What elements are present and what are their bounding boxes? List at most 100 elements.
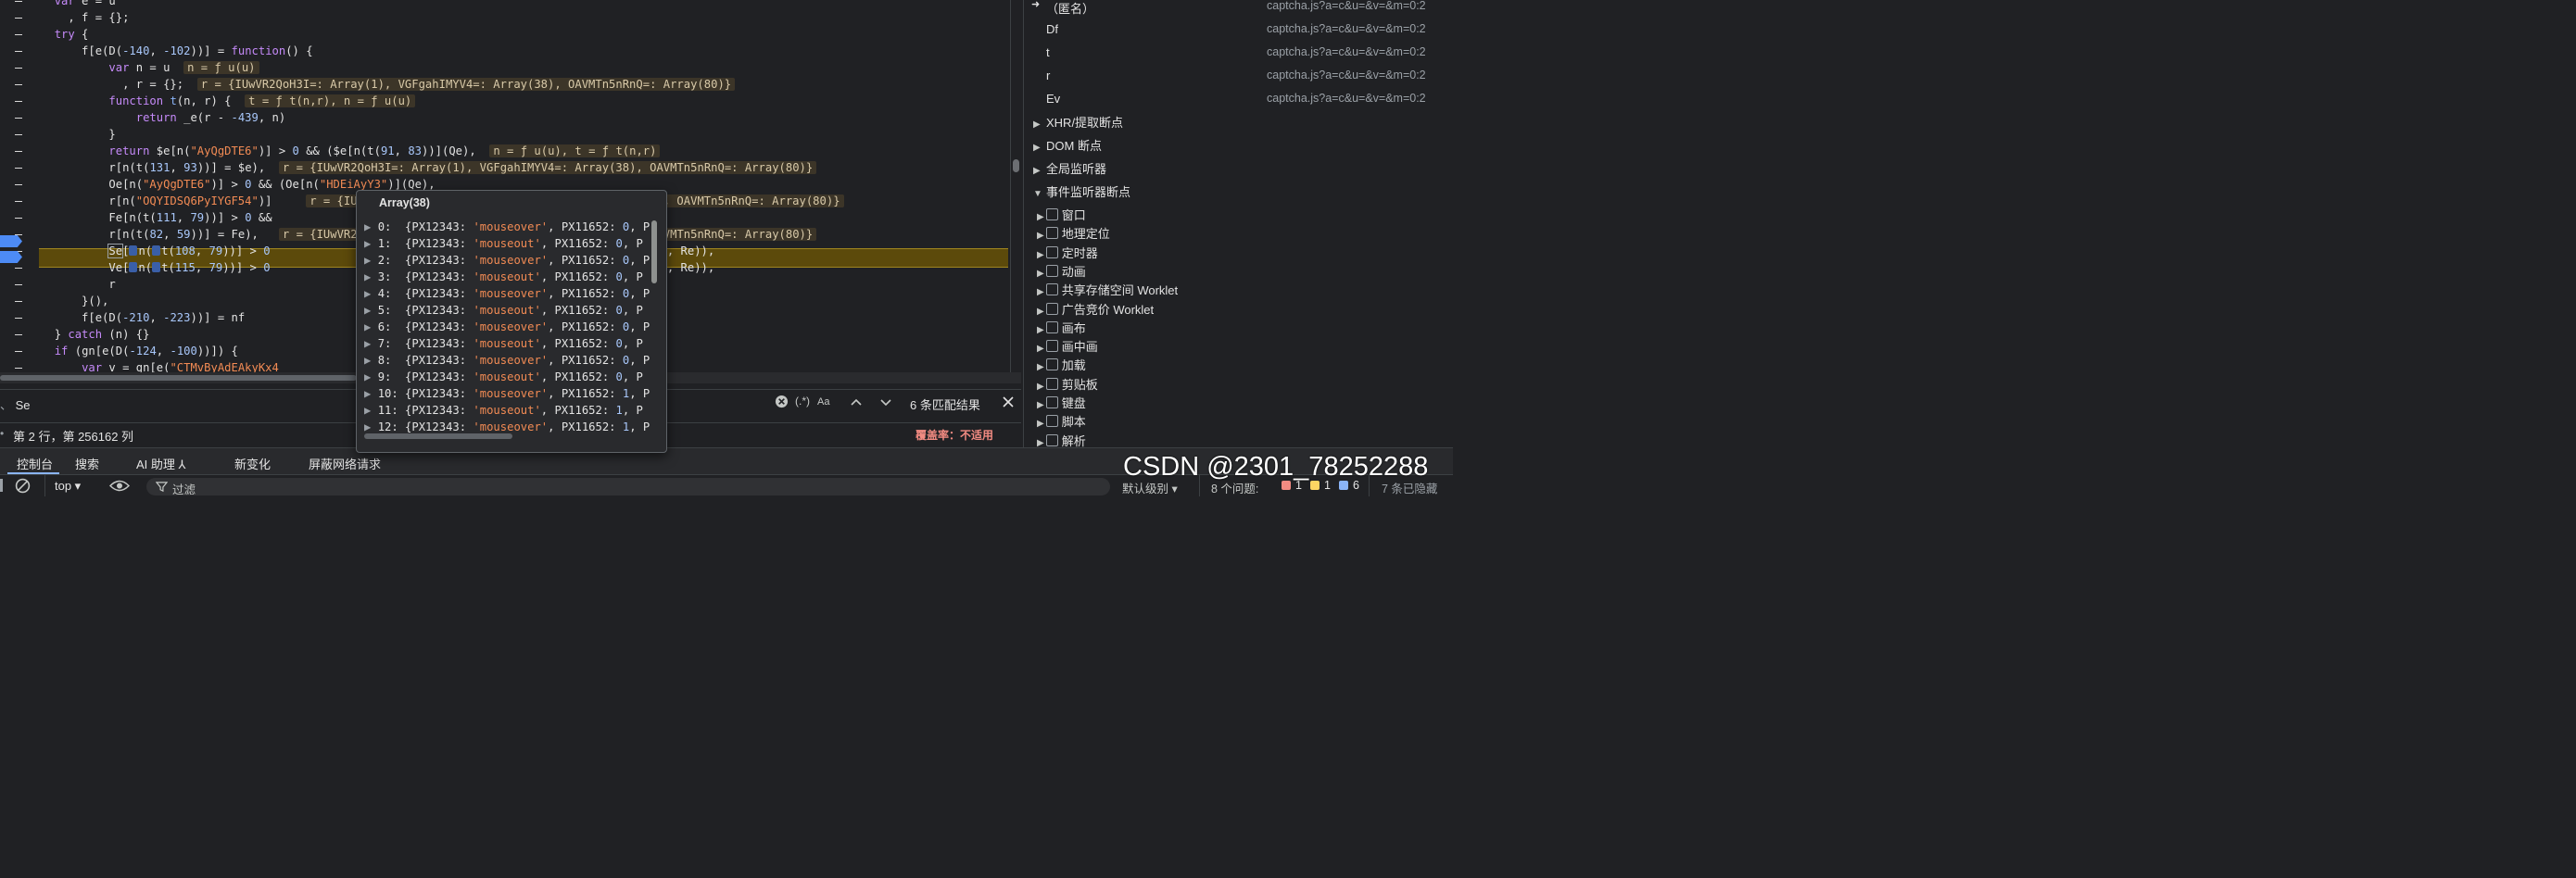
code-line[interactable]: r <box>0 276 115 293</box>
category-checkbox[interactable] <box>1045 320 1058 333</box>
event-category-item[interactable]: ▶ 解析 <box>1037 432 1086 447</box>
array-entry[interactable]: ▶ 1: {PX12343: 'mouseout', PX11652: 0, P <box>364 235 643 252</box>
category-checkbox[interactable] <box>1045 377 1058 390</box>
array-entry[interactable]: ▶ 6: {PX12343: 'mouseover', PX11652: 0, … <box>364 319 650 335</box>
array-entry[interactable]: ▶ 5: {PX12343: 'mouseout', PX11652: 0, P <box>364 302 643 319</box>
array-entry[interactable]: ▶ 10: {PX12343: 'mouseover', PX11652: 1,… <box>364 385 650 402</box>
context-selector[interactable]: top ▾ <box>55 479 81 494</box>
frame-source-link[interactable]: captcha.js?a=c&u=&v=&m=0:2 <box>1267 45 1426 58</box>
event-category-item[interactable]: ▶ 画布 <box>1037 319 1086 336</box>
next-match-icon[interactable] <box>878 395 893 412</box>
code-line[interactable]: function t(n, r) { t = ƒ t(n,r), n = ƒ u… <box>0 93 416 109</box>
frame-source-link[interactable]: captcha.js?a=c&u=&v=&m=0:2 <box>1267 92 1426 105</box>
breakpoint-section-header[interactable]: ▶ XHR/提取断点 <box>1033 113 1123 131</box>
breakpoint-section-header[interactable]: ▶ DOM 断点 <box>1033 136 1102 154</box>
console-filter-input[interactable]: 过滤 <box>146 478 1110 496</box>
array-entry[interactable]: ▶ 0: {PX12343: 'mouseover', PX11652: 0, … <box>364 219 650 235</box>
array-entry[interactable]: ▶ 11: {PX12343: 'mouseout', PX11652: 1, … <box>364 402 643 419</box>
debugger-sidebar: ➜ （匿名） captcha.js?a=c&u=&v=&m=0:2 Df captcha… <box>1023 0 1454 447</box>
code-line[interactable]: var n = u n = ƒ u(u) <box>0 59 259 76</box>
case-toggle[interactable]: Aa <box>817 396 829 408</box>
category-checkbox[interactable] <box>1045 415 1058 428</box>
code-line[interactable]: f[e(D(-140, -102))] = function() { <box>0 43 313 59</box>
code-line[interactable]: var e = u <box>0 0 116 9</box>
event-category-item[interactable]: ▶ 定时器 <box>1037 244 1098 261</box>
category-checkbox[interactable] <box>1045 208 1058 220</box>
regex-toggle[interactable]: (.*) <box>795 395 810 408</box>
sidebar-toggle[interactable] <box>0 479 3 492</box>
call-frame[interactable]: Ev captcha.js?a=c&u=&v=&m=0:2 <box>1024 87 1454 110</box>
event-category-item[interactable]: ▶ 地理定位 <box>1037 224 1110 242</box>
code-line[interactable]: r[n(t(131, 93))] = $e), r = {IUwVR2QoH3I… <box>0 159 817 176</box>
array-entry[interactable]: ▶ 8: {PX12343: 'mouseover', PX11652: 0, … <box>364 352 650 369</box>
category-label: 画中画 <box>1061 340 1098 355</box>
code-line[interactable]: Fe[n(t(111, 79))] > 0 && <box>0 209 271 226</box>
array-entry[interactable]: ▶ 3: {PX12343: 'mouseout', PX11652: 0, P <box>364 269 643 285</box>
frame-source-link[interactable]: captcha.js?a=c&u=&v=&m=0:2 <box>1267 22 1426 35</box>
call-frame[interactable]: t captcha.js?a=c&u=&v=&m=0:2 <box>1024 41 1454 64</box>
call-frame[interactable]: ➜ （匿名） captcha.js?a=c&u=&v=&m=0:2 <box>1024 0 1454 18</box>
category-checkbox[interactable] <box>1045 264 1058 277</box>
code-line[interactable]: try { <box>0 26 89 43</box>
event-category-item[interactable]: ▶ 剪贴板 <box>1037 375 1098 393</box>
eye-icon[interactable] <box>108 478 131 498</box>
array-entry[interactable]: ▶ 4: {PX12343: 'mouseover', PX11652: 0, … <box>364 285 650 302</box>
popover-horizontal-scroll-thumb[interactable] <box>364 433 512 439</box>
popover-title: Array(38) <box>379 196 430 209</box>
coverage-status[interactable]: 覆盖率：不适用 <box>915 427 993 443</box>
code-line[interactable]: if (gn[e(D(-124, -100))]) { <box>0 343 238 359</box>
category-checkbox[interactable] <box>1045 396 1058 408</box>
code-line[interactable]: }(), <box>0 293 108 309</box>
array-entry[interactable]: ▶ 2: {PX12343: 'mouseover', PX11652: 0, … <box>364 252 650 269</box>
event-category-item[interactable]: ▶ 动画 <box>1037 262 1086 280</box>
call-frame[interactable]: r captcha.js?a=c&u=&v=&m=0:2 <box>1024 64 1454 87</box>
event-category-item[interactable]: ▶ 窗口 <box>1037 206 1086 223</box>
clear-search-icon[interactable] <box>775 395 789 411</box>
category-checkbox[interactable] <box>1045 340 1058 353</box>
code-line[interactable]: f[e(D(-210, -223))] = nf <box>0 309 245 326</box>
scroll-thumb[interactable] <box>1013 159 1019 172</box>
event-category-item[interactable]: ▶ 键盘 <box>1037 394 1086 411</box>
object-preview-popover[interactable]: Array(38) ▶ 0: {PX12343: 'mouseover', PX… <box>356 190 667 453</box>
tab-network-request-blocking[interactable]: 屏蔽网络请求 <box>309 455 381 472</box>
close-search-icon[interactable] <box>1001 395 1016 412</box>
event-category-item[interactable]: ▶ 画中画 <box>1037 337 1098 355</box>
call-frame[interactable]: Df captcha.js?a=c&u=&v=&m=0:2 <box>1024 18 1454 41</box>
code-line[interactable]: return _e(r - -439, n) <box>0 109 285 126</box>
category-label: 动画 <box>1061 264 1086 279</box>
cursor-position: 第 2 行，第 256162 列 <box>13 430 134 444</box>
code-line[interactable]: var v = gn[e("CTMvByAdEAkyKx4 <box>0 359 279 372</box>
tab-whats-new[interactable]: 新变化 <box>234 455 271 472</box>
event-category-item[interactable]: ▶ 脚本 <box>1037 412 1086 430</box>
category-checkbox[interactable] <box>1045 227 1058 240</box>
event-category-item[interactable]: ▶ 广告竞价 Worklet <box>1037 300 1154 318</box>
code-line[interactable]: } catch (n) {} <box>0 326 150 343</box>
tab-console[interactable]: 控制台 <box>17 455 53 472</box>
frame-source-link[interactable]: captcha.js?a=c&u=&v=&m=0:2 <box>1267 69 1426 82</box>
event-category-item[interactable]: ▶ 加载 <box>1037 356 1086 373</box>
array-entry[interactable]: ▶ 7: {PX12343: 'mouseout', PX11652: 0, P <box>364 335 643 352</box>
popover-scrollbar[interactable] <box>650 215 659 431</box>
category-checkbox[interactable] <box>1045 283 1058 296</box>
breakpoint-section-header[interactable]: ▼ 事件监听器断点 <box>1033 182 1130 200</box>
editor-vertical-scrollbar[interactable] <box>1010 0 1021 372</box>
prev-match-icon[interactable] <box>849 395 864 412</box>
clear-console-icon[interactable] <box>15 478 31 498</box>
array-entry[interactable]: ▶ 9: {PX12343: 'mouseout', PX11652: 0, P <box>364 369 643 385</box>
code-line[interactable]: , r = {}; r = {IUwVR2QoH3I=: Array(1), V… <box>0 76 736 93</box>
tab-search[interactable]: 搜索 <box>75 455 99 472</box>
tab-ai-assistant[interactable]: AI 助理 ⅄ <box>136 455 185 472</box>
search-input[interactable]: 、 Se <box>0 395 31 413</box>
breakpoint-section-header[interactable]: ▶ 全局监听器 <box>1033 159 1106 177</box>
category-checkbox[interactable] <box>1045 245 1058 258</box>
frame-source-link[interactable]: captcha.js?a=c&u=&v=&m=0:2 <box>1267 0 1426 12</box>
scroll-thumb[interactable] <box>0 375 357 381</box>
category-checkbox[interactable] <box>1045 358 1058 371</box>
event-category-item[interactable]: ▶ 共享存储空间 Worklet <box>1037 281 1178 298</box>
category-checkbox[interactable] <box>1045 433 1058 446</box>
code-line[interactable]: , f = {}; <box>0 9 129 26</box>
category-checkbox[interactable] <box>1045 302 1058 315</box>
code-line[interactable]: return $e[n("AyQgDTE6")] > 0 && ($e[n(t(… <box>0 143 661 159</box>
scroll-thumb[interactable] <box>651 220 657 283</box>
code-line[interactable]: } <box>0 126 115 143</box>
